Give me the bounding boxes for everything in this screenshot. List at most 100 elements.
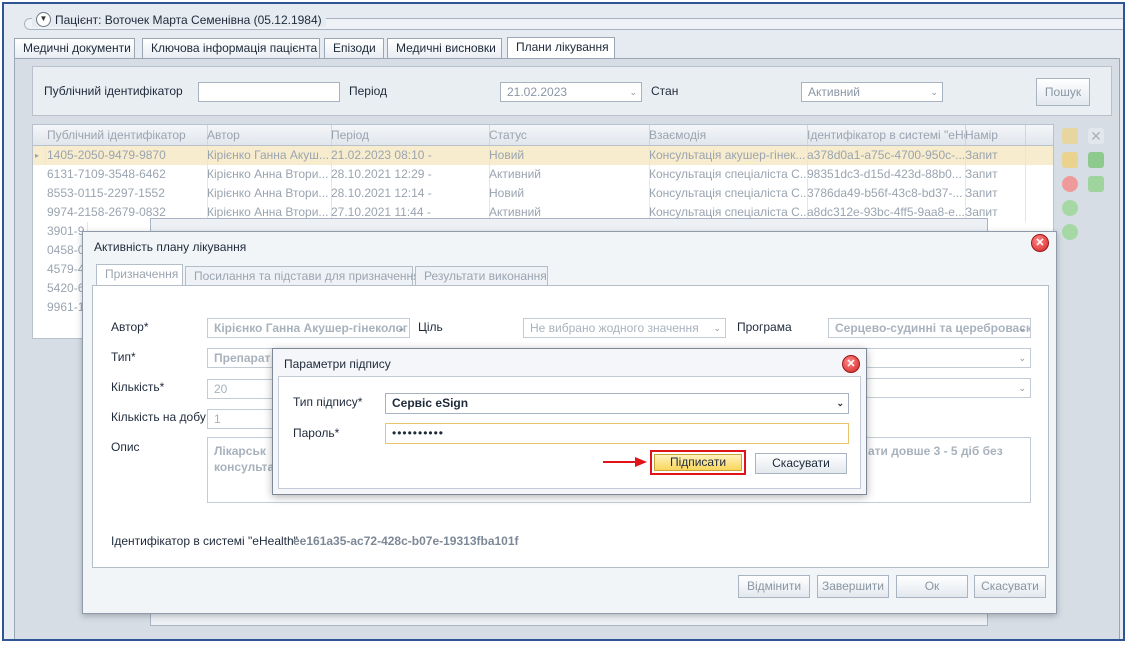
table-row[interactable]: ▸ 1405-2050-9479-9870 Кірієнко Ганна Аку… xyxy=(33,146,1053,165)
quantity-input[interactable]: 20 xyxy=(207,379,277,399)
cell-intent: Запит xyxy=(961,146,1026,165)
sign-cancel-button[interactable]: Скасувати xyxy=(755,453,847,474)
description-label: Опис xyxy=(111,440,140,454)
program-select[interactable]: Серцево-судинні та цереброваск ⌄ xyxy=(828,318,1031,338)
cell-interaction: Консультація спеціаліста С... xyxy=(645,184,808,203)
cell-public-id: 6131-7109-3548-6462 xyxy=(43,165,208,184)
table-row[interactable]: 8553-0115-2297-1552 Кірієнко Анна Втори.… xyxy=(33,184,1053,203)
cell-period: 28.10.2021 12:29 - xyxy=(327,165,490,184)
cell-status: Новий xyxy=(485,146,650,165)
tab-results[interactable]: Результати виконання xyxy=(415,266,548,286)
public-id-input[interactable] xyxy=(198,82,340,102)
sign-button[interactable]: Підписати xyxy=(654,454,742,471)
table-row[interactable]: 6131-7109-3548-6462 Кірієнко Анна Втори.… xyxy=(33,165,1053,184)
password-input[interactable]: •••••••••• xyxy=(385,423,849,444)
col-status[interactable]: Статус xyxy=(485,125,650,145)
cell-status: Активний xyxy=(485,165,650,184)
edit-icon[interactable] xyxy=(1062,152,1078,168)
tab-episodes[interactable]: Епізоди xyxy=(324,38,384,58)
cell-public-id: 8553-0115-2297-1552 xyxy=(43,184,208,203)
description-text: консульта xyxy=(214,460,275,474)
tab-references[interactable]: Посилання та підстави для призначення xyxy=(185,266,420,286)
finish-button[interactable]: Завершити xyxy=(817,575,889,598)
tab-assignment[interactable]: Призначення xyxy=(96,264,183,286)
cell-status: Новий xyxy=(485,184,650,203)
col-author[interactable]: Автор xyxy=(203,125,332,145)
cell-ehealth-id: 3786da49-b56f-43c8-bd37-... xyxy=(803,184,966,203)
goal-label: Ціль xyxy=(418,320,443,334)
search-button[interactable]: Пошук xyxy=(1036,78,1090,106)
chevron-down-icon[interactable]: ⌄ xyxy=(713,319,721,337)
cell-ehealth-id: a378d0a1-a75c-4700-950c-... xyxy=(803,146,966,165)
description-text: ати довше 3 - 5 діб без xyxy=(868,444,1003,458)
chevron-down-icon[interactable]: ▼ xyxy=(36,12,51,27)
table-header: Публічний ідентифікатор Автор Період Ста… xyxy=(33,125,1053,146)
type-label: Тип* xyxy=(111,350,136,364)
chevron-down-icon[interactable]: ⌄ xyxy=(397,319,405,337)
cell-public-id: 1405-2050-9479-9870 xyxy=(43,146,208,165)
cancel-button[interactable]: Скасувати xyxy=(974,575,1046,598)
cell-period: 21.02.2023 08:10 - xyxy=(327,146,490,165)
program-label: Програма xyxy=(737,320,792,334)
cell-author: Кірієнко Ганна Акуш... xyxy=(203,146,332,165)
app-window: ▼ Пацієнт: Воточек Марта Семенівна (05.1… xyxy=(2,2,1125,641)
delete-icon[interactable]: ✕ xyxy=(1088,128,1104,144)
col-period[interactable]: Період xyxy=(327,125,490,145)
author-select[interactable]: Кірієнко Ганна Акушер-гінеколог ⌄ xyxy=(207,318,410,338)
status-green-icon[interactable] xyxy=(1062,200,1078,216)
type-select[interactable]: Препарат xyxy=(207,348,277,368)
signature-dialog-title: Параметри підпису xyxy=(284,357,391,371)
cell-author: Кірієнко Анна Втори... xyxy=(203,165,332,184)
patient-title: Пацієнт: Воточек Марта Семенівна (05.12.… xyxy=(55,12,322,27)
tab-key-info[interactable]: Ключова інформація пацієнта xyxy=(142,38,320,58)
patient-group-header[interactable]: ▼ Пацієнт: Воточек Марта Семенівна (05.1… xyxy=(32,12,326,27)
cancel-icon[interactable] xyxy=(1062,176,1078,192)
goal-select[interactable]: Не вибрано жодного значення ⌄ xyxy=(523,318,726,338)
chevron-down-icon[interactable]: ⌄ xyxy=(836,394,844,413)
chevron-down-icon[interactable]: ⌄ xyxy=(930,83,938,101)
flag-icon[interactable] xyxy=(1088,176,1104,192)
tab-medical-conclusions[interactable]: Медичні висновки xyxy=(387,38,502,58)
cell-intent: Запит xyxy=(961,184,1026,203)
sign-type-select[interactable]: Сервіс eSign ⌄ xyxy=(385,393,849,414)
cell-ehealth-id: 98351dc3-d15d-423d-88b0... xyxy=(803,165,966,184)
quantity-per-day-input[interactable]: 1 xyxy=(207,409,277,429)
close-icon[interactable]: ✕ xyxy=(842,355,860,373)
col-intent[interactable]: Намір xyxy=(961,125,1026,145)
chevron-down-icon[interactable]: ⌄ xyxy=(629,83,637,101)
period-input[interactable]: 21.02.2023 ⌄ xyxy=(500,82,642,102)
arrow-right-icon xyxy=(603,457,647,467)
ok-button[interactable]: Ок xyxy=(896,575,968,598)
quantity-per-day-label: Кількість на добу xyxy=(111,410,206,424)
author-label: Автор* xyxy=(111,320,149,334)
cancel-action-button[interactable]: Відмінити xyxy=(738,575,810,598)
col-ehealth-id[interactable]: Ідентифікатор в системі "eHe xyxy=(803,125,966,145)
quantity-label: Кількість* xyxy=(111,380,165,394)
chevron-down-icon[interactable]: ⌄ xyxy=(1018,319,1026,337)
ehealth-id-label: Ідентифікатор в системі "eHealth" xyxy=(111,534,298,548)
tab-treatment-plans[interactable]: Плани лікування xyxy=(507,37,615,59)
status-green-icon[interactable] xyxy=(1062,224,1078,240)
password-label: Пароль* xyxy=(293,426,340,440)
tab-medical-documents[interactable]: Медичні документи xyxy=(14,38,135,58)
cell-interaction: Консультація акушер-гінек... xyxy=(645,146,808,165)
refresh-icon[interactable] xyxy=(1088,152,1104,168)
sign-type-label: Тип підпису* xyxy=(293,395,363,409)
col-interaction[interactable]: Взаємодія xyxy=(645,125,808,145)
ehealth-id-value: ee161a35-ac72-428c-b07e-19313fba101f xyxy=(293,534,519,548)
activity-dialog-title: Активність плану лікування xyxy=(94,240,247,254)
cell-author: Кірієнко Анна Втори... xyxy=(203,184,332,203)
chevron-down-icon[interactable]: ⌄ xyxy=(1018,349,1026,367)
period-label: Період xyxy=(349,84,388,98)
unit-select[interactable]: ⌄ xyxy=(860,378,1031,398)
cell-intent: Запит xyxy=(961,165,1026,184)
chevron-down-icon[interactable]: ⌄ xyxy=(1018,379,1026,397)
state-select[interactable]: Активний ⌄ xyxy=(801,82,943,102)
close-icon[interactable]: ✕ xyxy=(1031,234,1049,252)
type-extra-select[interactable]: ⌄ xyxy=(860,348,1031,368)
add-icon[interactable] xyxy=(1062,128,1078,144)
col-public-id[interactable]: Публічний ідентифікатор xyxy=(43,125,208,145)
state-label: Стан xyxy=(651,84,679,98)
cell-interaction: Консультація спеціаліста С... xyxy=(645,165,808,184)
public-id-label: Публічний ідентифікатор xyxy=(44,84,183,98)
